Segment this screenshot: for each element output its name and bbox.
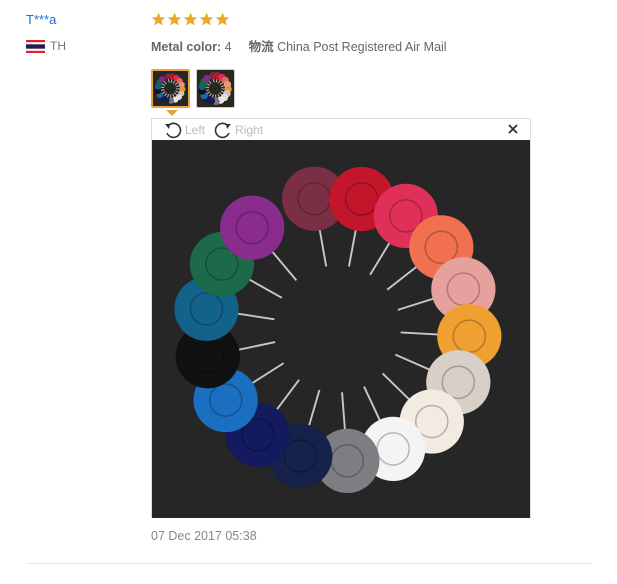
close-icon (508, 124, 518, 134)
viewer-toolbar: Left Right (152, 119, 530, 140)
star-icon (183, 12, 198, 26)
rotate-left-button[interactable]: Left (163, 120, 205, 140)
star-icon (151, 12, 166, 26)
rotate-right-button[interactable]: Right (213, 120, 263, 140)
review-photo (152, 140, 530, 518)
thumbnail-image (153, 71, 188, 106)
reviewer-name: T***a (26, 12, 57, 27)
metal-color-value: 4 (224, 40, 232, 54)
rose-flower (159, 76, 166, 83)
rose-flower (220, 195, 285, 260)
photo-thumbnails (151, 69, 235, 108)
country-code: TH (50, 39, 66, 53)
rotate-left-label: Left (185, 122, 206, 137)
reviewer-country: TH (26, 39, 66, 53)
rose-flower (203, 74, 211, 83)
rotate-right-label: Right (235, 122, 264, 137)
thumbnail-1[interactable] (151, 69, 190, 108)
image-viewer: Left Right (151, 118, 531, 518)
star-icon (167, 12, 182, 26)
rose-lapel-pins-photo (152, 140, 530, 518)
star-rating (151, 12, 230, 27)
thumbnail-2[interactable] (196, 69, 235, 108)
star-icon (199, 12, 214, 26)
shipping-label: 物流 (248, 40, 274, 54)
rotate-right-icon (214, 122, 232, 138)
rotate-left-icon (165, 122, 182, 138)
thumbnail-image (197, 70, 234, 107)
thailand-flag-icon (26, 39, 45, 53)
star-icon (215, 12, 230, 26)
shipping-value: China Post Registered Air Mail (277, 40, 447, 54)
selected-thumbnail-indicator (166, 110, 178, 116)
metal-color-label: Metal color: (151, 40, 222, 54)
close-button[interactable] (506, 122, 520, 136)
review-meta: Metal color: 4 物流 China Post Registered … (151, 36, 447, 55)
review-date: 07 Dec 2017 05:38 (151, 529, 257, 543)
divider (26, 563, 591, 564)
